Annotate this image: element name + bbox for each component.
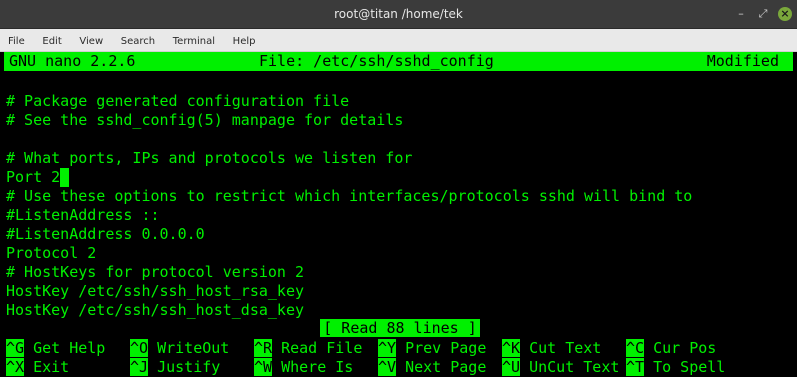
- text-cursor: [60, 168, 69, 187]
- shortcut-key: ^C: [626, 339, 645, 357]
- shortcut-get-help[interactable]: ^G Get Help: [6, 339, 105, 358]
- shortcut-label: Where Is: [272, 358, 354, 376]
- shortcut-key: ^W: [254, 358, 273, 376]
- close-icon[interactable]: ×: [778, 7, 792, 21]
- editor-line-4[interactable]: # What ports, IPs and protocols we liste…: [6, 149, 412, 168]
- shortcut-to-spell[interactable]: ^T To Spell: [626, 358, 725, 377]
- maximize-icon[interactable]: ⤢: [756, 7, 770, 21]
- shortcut-exit[interactable]: ^X Exit: [6, 358, 69, 377]
- shortcut-label: Prev Page: [396, 339, 487, 357]
- nano-header: GNU nano 2.2.6 File: /etc/ssh/sshd_confi…: [4, 52, 793, 71]
- shortcut-label: Next Page: [396, 358, 487, 376]
- shortcut-label: WriteOut: [148, 339, 230, 357]
- window-title: root@titan /home/tek: [334, 7, 463, 21]
- shortcut-prev-page[interactable]: ^Y Prev Page: [378, 339, 486, 358]
- menu-view[interactable]: View: [79, 36, 103, 47]
- shortcut-writeout[interactable]: ^O WriteOut: [130, 339, 229, 358]
- editor-line-9[interactable]: Protocol 2: [6, 244, 96, 263]
- editor-line-10[interactable]: # HostKeys for protocol version 2: [6, 263, 304, 282]
- shortcut-key: ^X: [6, 358, 25, 376]
- terminal-area[interactable]: GNU nano 2.2.6 File: /etc/ssh/sshd_confi…: [0, 52, 797, 376]
- menu-edit[interactable]: Edit: [42, 36, 61, 47]
- shortcut-label: Cur Pos: [644, 339, 717, 357]
- shortcut-label: Justify: [148, 358, 221, 376]
- shortcut-label: Exit: [24, 358, 70, 376]
- shortcut-where-is[interactable]: ^W Where Is: [254, 358, 353, 377]
- editor-line-6[interactable]: # Use these options to restrict which in…: [6, 187, 692, 206]
- terminal-window: root@titan /home/tek – ⤢ × File Edit Vie…: [0, 0, 797, 376]
- menu-help[interactable]: Help: [233, 36, 256, 47]
- shortcut-cut-text[interactable]: ^K Cut Text: [502, 339, 601, 358]
- nano-version: GNU nano 2.2.6: [9, 52, 136, 70]
- shortcut-key: ^K: [502, 339, 521, 357]
- shortcut-key: ^O: [130, 339, 149, 357]
- shortcut-key: ^R: [254, 339, 273, 357]
- editor-line-1[interactable]: # Package generated configuration file: [6, 92, 349, 111]
- shortcut-key: ^U: [502, 358, 521, 376]
- editor-line-11[interactable]: HostKey /etc/ssh/ssh_host_rsa_key: [6, 282, 304, 301]
- status-message: [ Read 88 lines ]: [320, 319, 480, 337]
- nano-modified-status: Modified: [706, 52, 779, 70]
- shortcut-label: Get Help: [24, 339, 106, 357]
- shortcut-cur-pos[interactable]: ^C Cur Pos: [626, 339, 716, 358]
- menu-file[interactable]: File: [8, 36, 25, 47]
- shortcut-justify[interactable]: ^J Justify: [130, 358, 220, 377]
- shortcut-key: ^J: [130, 358, 149, 376]
- shortcut-read-file[interactable]: ^R Read File: [254, 339, 362, 358]
- shortcut-label: Cut Text: [520, 339, 602, 357]
- shortcut-key: ^Y: [378, 339, 397, 357]
- shortcut-key: ^V: [378, 358, 397, 376]
- editor-line-7[interactable]: #ListenAddress ::: [6, 206, 160, 225]
- nano-filename: File: /etc/ssh/sshd_config: [259, 52, 494, 70]
- editor-line-2[interactable]: # See the sshd_config(5) manpage for det…: [6, 111, 403, 130]
- title-bar: root@titan /home/tek – ⤢ ×: [0, 0, 797, 29]
- shortcut-key: ^T: [626, 358, 645, 376]
- shortcut-key: ^G: [6, 339, 25, 357]
- shortcut-label: To Spell: [644, 358, 726, 376]
- shortcut-label: UnCut Text: [520, 358, 620, 376]
- editor-line-8[interactable]: #ListenAddress 0.0.0.0: [6, 225, 205, 244]
- editor-line-12[interactable]: HostKey /etc/ssh/ssh_host_dsa_key: [6, 301, 304, 320]
- shortcut-label: Read File: [272, 339, 363, 357]
- menu-bar: File Edit View Search Terminal Help: [0, 29, 797, 52]
- shortcut-next-page[interactable]: ^V Next Page: [378, 358, 486, 377]
- shortcut-uncut-text[interactable]: ^U UnCut Text: [502, 358, 619, 377]
- menu-terminal[interactable]: Terminal: [173, 36, 215, 47]
- menu-search[interactable]: Search: [121, 36, 155, 47]
- minimize-icon[interactable]: –: [734, 7, 748, 21]
